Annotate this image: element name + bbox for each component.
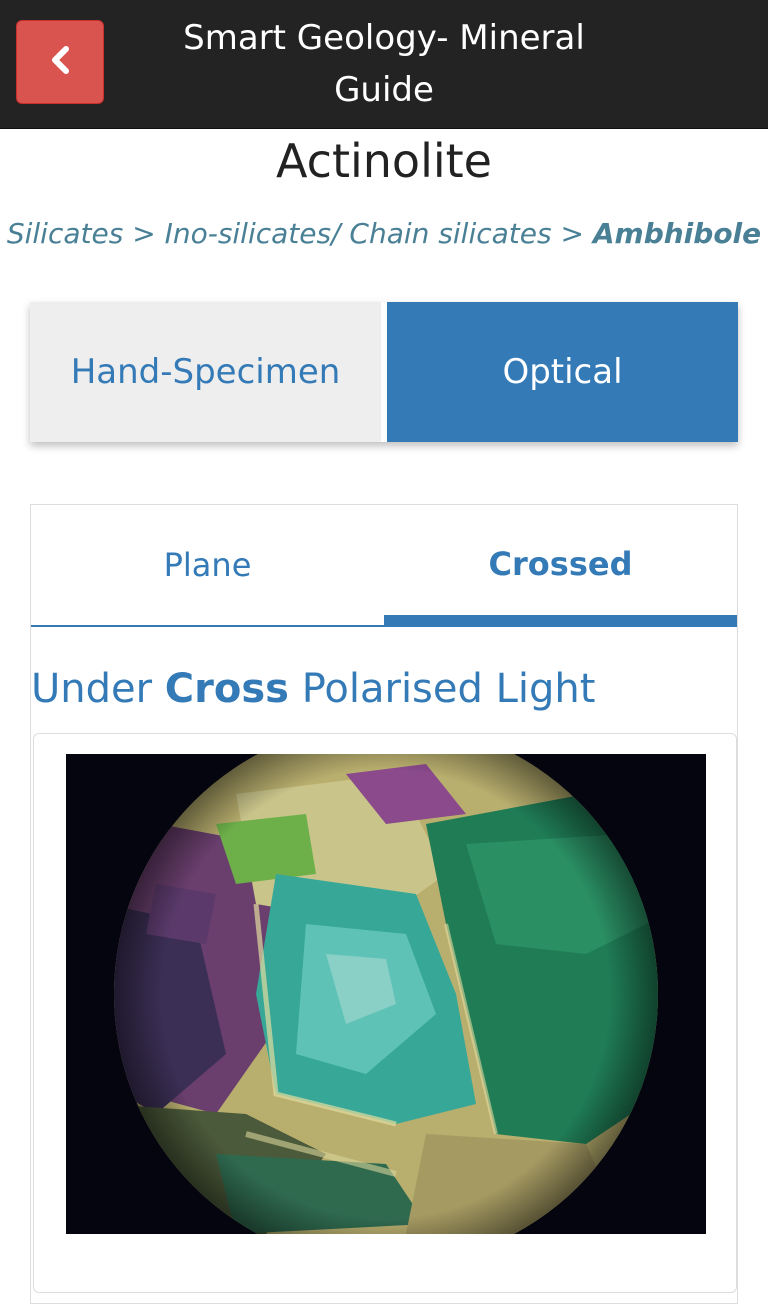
app-header: Smart Geology- Mineral Guide	[0, 0, 768, 129]
chevron-left-icon	[49, 45, 71, 79]
micrograph-image[interactable]	[66, 754, 706, 1234]
optical-panel: Plane Crossed Under Cross Polarised Ligh…	[30, 504, 738, 1304]
heading-emphasis: Cross	[164, 666, 289, 712]
thin-section-picture	[66, 754, 706, 1234]
breadcrumb-separator: >	[560, 217, 584, 250]
breadcrumb-item-ino-silicates: Ino-silicates/ Chain silicates	[164, 217, 552, 250]
tab-plane[interactable]: Plane	[31, 505, 384, 625]
heading-prefix: Under	[31, 666, 153, 712]
view-mode-tabs: Hand-Specimen Optical	[30, 302, 738, 442]
breadcrumb: Silicates > Ino-silicates/ Chain silicat…	[0, 214, 768, 254]
tab-optical[interactable]: Optical	[381, 302, 738, 442]
section-heading: Under Cross Polarised Light	[31, 661, 595, 717]
heading-suffix: Polarised Light	[301, 666, 596, 712]
breadcrumb-separator: >	[132, 217, 156, 250]
micrograph-card	[33, 733, 737, 1293]
tab-crossed[interactable]: Crossed	[384, 505, 737, 625]
breadcrumb-item-silicates: Silicates	[6, 217, 124, 250]
tab-hand-specimen[interactable]: Hand-Specimen	[30, 302, 381, 442]
back-button[interactable]	[16, 20, 104, 104]
polarisation-tabs: Plane Crossed	[31, 505, 737, 627]
breadcrumb-item-group: Ambhibole	[592, 217, 762, 250]
mineral-name: Actinolite	[276, 134, 492, 188]
app-title: Smart Geology- Mineral Guide	[183, 18, 585, 110]
